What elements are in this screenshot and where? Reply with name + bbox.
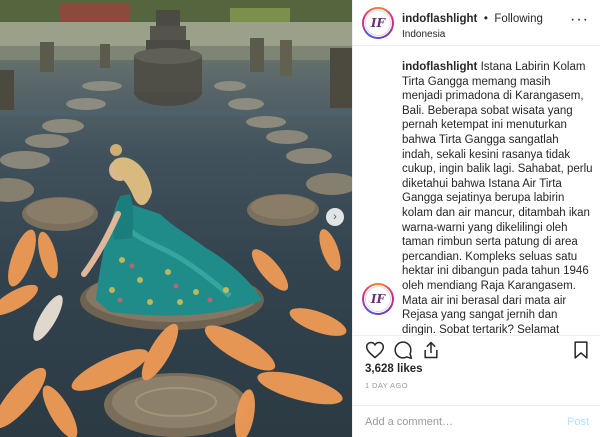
username-link[interactable]: indoflashlight — [402, 13, 477, 25]
post-comment-button[interactable]: Post — [567, 416, 589, 428]
caption-username[interactable]: indoflashlight — [402, 61, 477, 73]
bookmark-icon[interactable] — [571, 340, 591, 360]
post-side-panel: IF indoflashlight • Following Indonesia … — [352, 0, 600, 437]
likes-count[interactable]: 3,628 likes — [365, 363, 423, 375]
caption-avatar-initials: IF — [365, 286, 391, 312]
post-photo[interactable]: › — [0, 0, 352, 437]
caption-body: Istana Labirin Kolam Tirta Gangga memang… — [402, 61, 593, 335]
action-bar — [353, 335, 600, 363]
more-options-icon[interactable]: ··· — [570, 12, 589, 28]
location-link[interactable]: Indonesia — [402, 29, 543, 40]
avatar-inner: IF — [364, 9, 392, 37]
photo-scene — [0, 0, 352, 437]
comment-icon[interactable] — [393, 340, 413, 360]
post-header: IF indoflashlight • Following Indonesia … — [353, 0, 600, 46]
avatar[interactable]: IF — [362, 7, 394, 39]
header-text: indoflashlight • Following Indonesia — [402, 9, 543, 40]
following-button[interactable]: Following — [494, 13, 543, 25]
caption-area: indoflashlight Istana Labirin Kolam Tirt… — [353, 60, 600, 335]
next-photo-button[interactable]: › — [326, 208, 344, 226]
caption-avatar-inner: IF — [364, 285, 392, 313]
comment-input[interactable] — [365, 414, 550, 430]
avatar-initials: IF — [365, 10, 391, 36]
post-timestamp[interactable]: 1 DAY AGO — [365, 381, 408, 390]
share-icon[interactable] — [421, 340, 441, 360]
caption: indoflashlight Istana Labirin Kolam Tirt… — [402, 60, 593, 335]
chevron-right-icon: › — [333, 211, 337, 223]
heart-icon[interactable] — [365, 340, 385, 360]
caption-avatar[interactable]: IF — [362, 283, 394, 315]
separator-dot: • — [483, 13, 488, 25]
comment-box: Post — [353, 405, 600, 437]
